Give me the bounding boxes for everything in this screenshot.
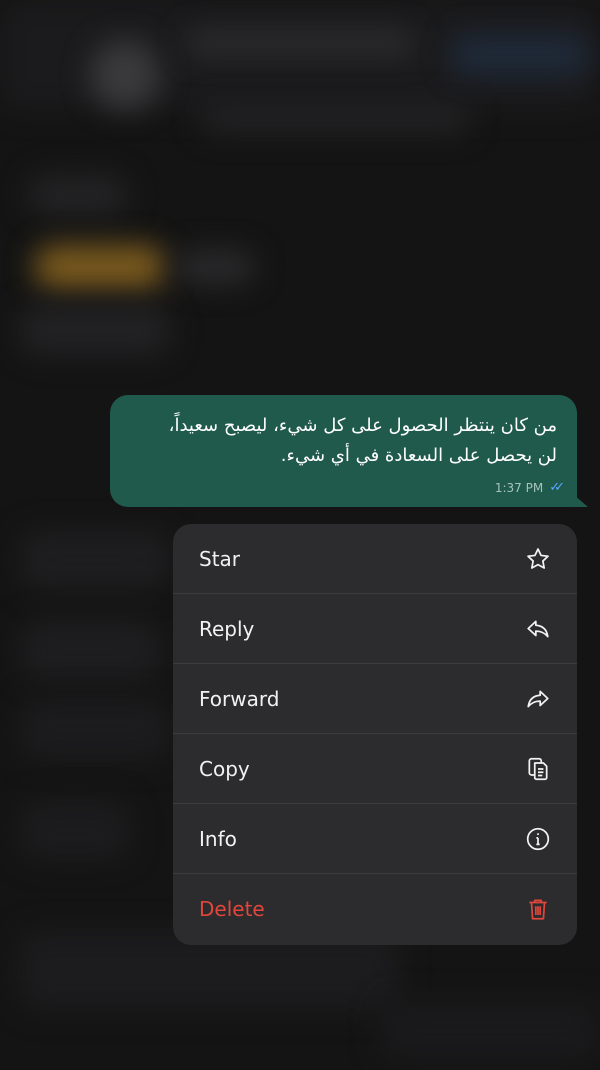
menu-item-label: Forward (199, 686, 280, 711)
blurred-input-bar (380, 1000, 600, 1060)
menu-item-label: Star (199, 546, 241, 571)
forward-icon (525, 686, 551, 712)
bubble-tail (574, 495, 588, 507)
message-time: 1:37 PM (494, 480, 544, 495)
menu-item-reply[interactable]: Reply (173, 594, 577, 664)
message-context-menu: Star Reply Forward Copy Info Delete (173, 524, 577, 945)
double-check-icon: ✓✓ (549, 480, 565, 495)
menu-item-delete[interactable]: Delete (173, 874, 577, 944)
message-meta: 1:37 PM ✓✓ (494, 480, 565, 495)
blurred-message (175, 250, 255, 284)
blurred-highlight (35, 245, 165, 289)
trash-icon (525, 896, 551, 922)
blurred-message (20, 800, 130, 860)
blurred-message (28, 175, 128, 215)
menu-item-label: Copy (199, 756, 250, 781)
menu-item-copy[interactable]: Copy (173, 734, 577, 804)
menu-item-label: Delete (199, 897, 265, 921)
blurred-message (20, 305, 170, 355)
blurred-message (20, 700, 170, 760)
blurred-title (185, 30, 415, 56)
blurred-subtitle (200, 105, 470, 133)
message-bubble[interactable]: من كان ينتظر الحصول على كل شيء، ليصبح سع… (110, 395, 588, 507)
message-text: من كان ينتظر الحصول على كل شيء، ليصبح سع… (168, 415, 557, 466)
blurred-message (20, 620, 160, 680)
menu-item-forward[interactable]: Forward (173, 664, 577, 734)
reply-icon (525, 616, 551, 642)
blurred-header-actions (450, 35, 590, 75)
menu-item-info[interactable]: Info (173, 804, 577, 874)
star-icon (525, 546, 551, 572)
info-icon (525, 826, 551, 852)
menu-item-label: Reply (199, 616, 255, 641)
blurred-avatar (90, 40, 160, 110)
menu-item-star[interactable]: Star (173, 524, 577, 594)
menu-item-label: Info (199, 826, 237, 851)
copy-icon (525, 756, 551, 782)
blurred-message (20, 530, 170, 590)
